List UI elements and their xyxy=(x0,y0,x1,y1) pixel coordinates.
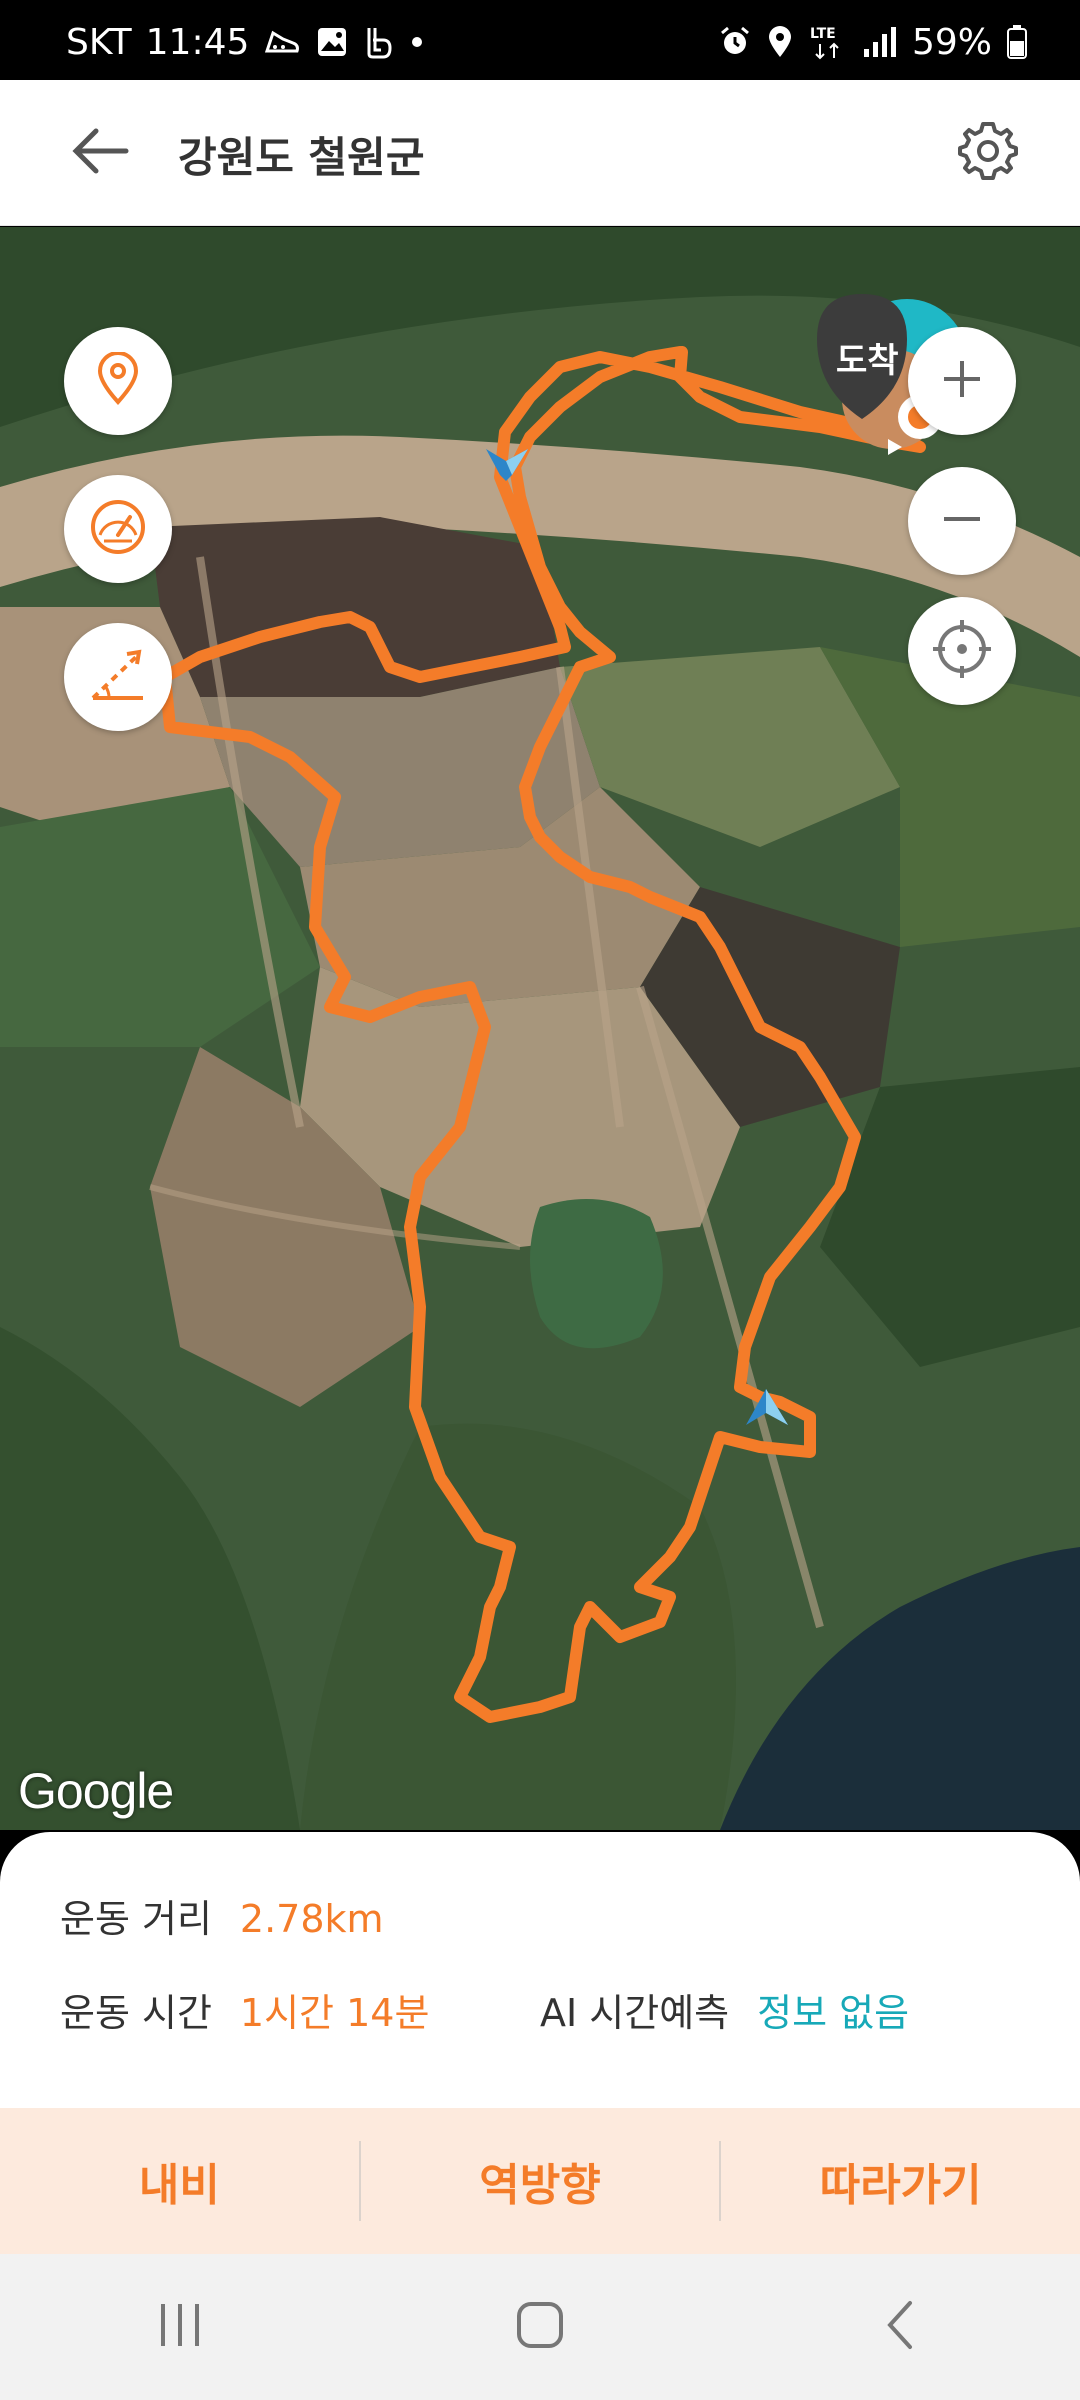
gear-icon xyxy=(957,120,1019,186)
time-label: 운동 시간 xyxy=(60,1991,212,2035)
arrival-label: 도착 xyxy=(836,341,899,381)
navi-button[interactable]: 내비 xyxy=(0,2108,359,2254)
location-icon xyxy=(766,25,794,59)
distance-label: 운동 거리 xyxy=(60,1897,212,1941)
location-button[interactable] xyxy=(64,327,172,435)
zoom-out-button[interactable] xyxy=(908,467,1016,575)
svg-text:LTE: LTE xyxy=(810,26,836,42)
start-arrow-icon xyxy=(746,1389,788,1425)
gallery-icon xyxy=(315,25,349,59)
time-row: 운동 시간 1시간 14분 xyxy=(60,1982,429,2037)
ai-label: AI 시간예측 xyxy=(540,1991,730,2035)
action-bar: 내비 역방향 따라가기 xyxy=(0,2108,1080,2254)
home-icon xyxy=(514,2299,566,2355)
battery-icon xyxy=(1006,24,1028,60)
carrier-label: SKT xyxy=(66,21,132,63)
speed-button[interactable] xyxy=(64,475,172,583)
slope-button[interactable] xyxy=(64,623,172,731)
recents-icon xyxy=(155,2300,205,2354)
distance-value: 2.78km xyxy=(239,1897,384,1941)
distance-row: 운동 거리 2.78km xyxy=(60,1888,384,1943)
my-location-button[interactable] xyxy=(908,597,1016,705)
dot-icon xyxy=(407,32,427,52)
info-panel: 운동 거리 2.78km 운동 시간 1시간 14분 AI 시간예측 정보 없음 xyxy=(0,1832,1080,2108)
google-attribution: Google xyxy=(18,1763,174,1819)
system-nav-bar xyxy=(0,2254,1080,2400)
back-icon xyxy=(880,2297,920,2357)
alarm-icon xyxy=(718,25,752,59)
signal-icon xyxy=(862,25,898,59)
back-button[interactable] xyxy=(60,118,140,188)
arrow-left-icon xyxy=(70,127,130,179)
speedometer-icon xyxy=(88,497,148,561)
location-pin-icon xyxy=(96,351,140,410)
page-title: 강원도 철원군 xyxy=(178,133,425,182)
slope-icon xyxy=(87,646,149,708)
lte-icon: LTE xyxy=(808,24,848,60)
battery-percent: 59% xyxy=(911,21,992,63)
map-view[interactable]: 도착 Google xyxy=(0,227,1080,1830)
follow-button[interactable]: 따라가기 xyxy=(721,2108,1080,2254)
recents-button[interactable] xyxy=(120,2277,240,2377)
reverse-button[interactable]: 역방향 xyxy=(361,2108,720,2254)
ai-value: 정보 없음 xyxy=(757,1991,910,2035)
home-button[interactable] xyxy=(480,2277,600,2377)
nav-back-button[interactable] xyxy=(840,2277,960,2377)
b-app-icon xyxy=(363,24,393,60)
zoom-out-icon xyxy=(938,495,986,547)
time-value: 1시간 14분 xyxy=(239,1991,430,2035)
app-header: 강원도 철원군 xyxy=(0,80,1080,226)
ai-prediction-row: AI 시간예측 정보 없음 xyxy=(540,1982,909,2037)
settings-button[interactable] xyxy=(948,118,1028,188)
zoom-in-button[interactable] xyxy=(908,327,1016,435)
direction-arrow-icon xyxy=(486,449,528,481)
zoom-in-icon xyxy=(938,355,986,407)
shoe-icon xyxy=(263,25,301,59)
crosshair-icon xyxy=(929,616,995,686)
status-bar: SKT 11:45 LTE 59% xyxy=(0,0,1080,80)
clock: 11:45 xyxy=(145,21,250,63)
